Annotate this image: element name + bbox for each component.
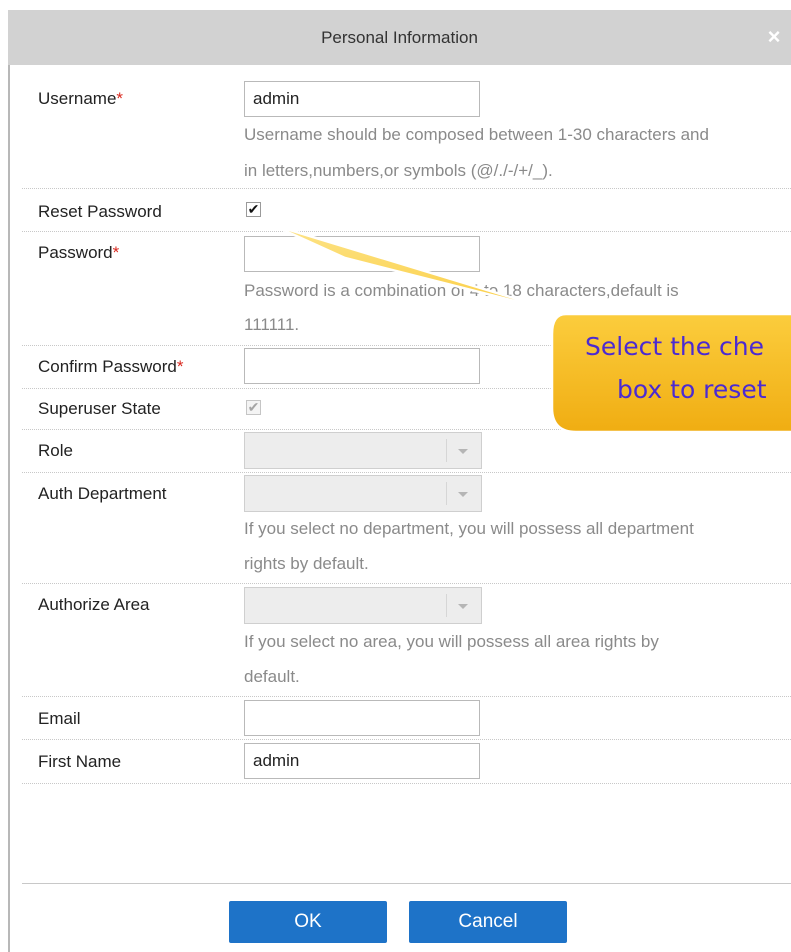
chevron-down-icon (458, 492, 468, 497)
dialog-title-bar[interactable]: Personal Information × (8, 10, 791, 65)
authorize-area-select (244, 587, 482, 624)
reset-password-checkbox[interactable]: ✔ (246, 202, 261, 217)
first-name-label: First Name (38, 752, 122, 771)
required-mark: * (112, 243, 120, 262)
username-hint-line1: Username should be composed between 1-30… (244, 125, 709, 144)
cancel-button[interactable]: Cancel (409, 901, 567, 943)
authorize-area-hint-line1: If you select no area, you will possess … (244, 632, 659, 651)
close-icon[interactable]: × (763, 26, 785, 48)
chevron-down-icon (458, 449, 468, 454)
form-row-reset-password: Reset Password (22, 189, 791, 232)
auth-department-hint-line1: If you select no department, you will po… (244, 519, 694, 538)
authorize-area-hint-line2: default. (244, 667, 300, 686)
email-input[interactable] (244, 700, 480, 736)
superuser-state-label: Superuser State (38, 399, 161, 418)
role-select (244, 432, 482, 469)
required-mark: * (176, 357, 184, 376)
confirm-password-input[interactable] (244, 348, 480, 384)
password-hint-line1: Password is a combination of 4 to 18 cha… (244, 281, 679, 300)
personal-information-dialog: Personal Information × Username* Usernam… (0, 0, 791, 952)
password-input[interactable] (244, 236, 480, 272)
username-label-text: Username (38, 89, 117, 108)
confirm-password-label-text: Confirm Password (38, 357, 177, 376)
reset-password-label: Reset Password (38, 202, 162, 221)
username-hint-line2: in letters,numbers,or symbols (@/./-/+/_… (244, 161, 553, 180)
password-hint-line2: 111111. (244, 315, 300, 334)
select-divider (446, 482, 447, 505)
form-row-superuser-state: Superuser State (22, 389, 791, 430)
role-label: Role (38, 441, 73, 460)
dialog-title: Personal Information (321, 28, 478, 47)
required-mark: * (116, 89, 124, 108)
chevron-down-icon (458, 604, 468, 609)
select-divider (446, 594, 447, 617)
authorize-area-label: Authorize Area (38, 595, 150, 614)
password-label: Password* (38, 243, 119, 263)
auth-department-hint-line2: rights by default. (244, 554, 369, 573)
confirm-password-label: Confirm Password* (38, 357, 184, 377)
first-name-input[interactable] (244, 743, 480, 779)
dialog-left-border (8, 65, 10, 952)
footer-divider (22, 883, 791, 884)
auth-department-label: Auth Department (38, 484, 167, 503)
superuser-state-checkbox: ✔ (246, 399, 261, 415)
username-label: Username* (38, 89, 123, 109)
ok-button[interactable]: OK (229, 901, 387, 943)
dialog-frame-top (0, 0, 791, 10)
email-label: Email (38, 709, 81, 728)
password-label-text: Password (38, 243, 113, 262)
auth-department-select (244, 475, 482, 512)
select-divider (446, 439, 447, 462)
username-input[interactable] (244, 81, 480, 117)
